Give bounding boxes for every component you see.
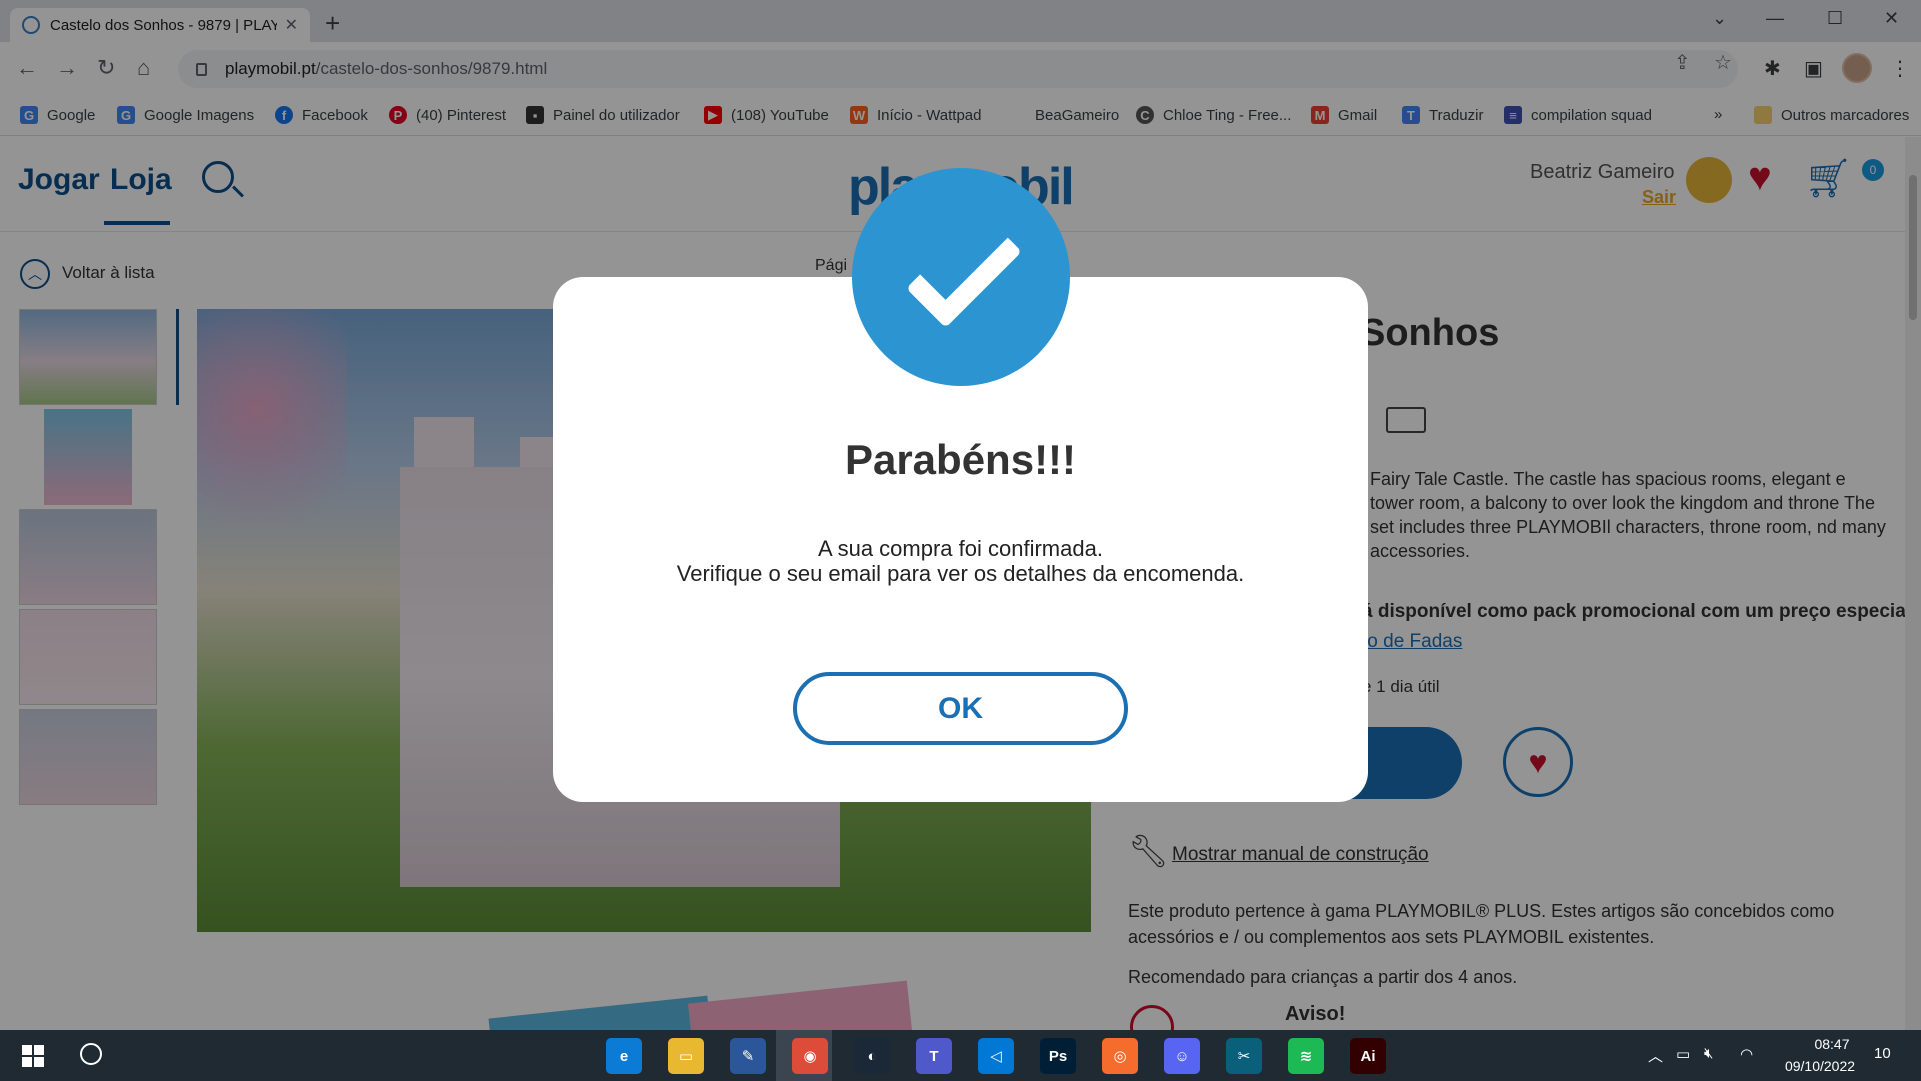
windows-start-icon[interactable] [22,1045,44,1067]
volume-muted-icon[interactable]: 🔇︎ [1704,1045,1713,1062]
steam-icon[interactable]: ◐ [854,1038,890,1074]
battery-icon[interactable]: ▭ [1676,1045,1690,1063]
clock-time[interactable]: 08:47 [1792,1036,1872,1052]
ok-button[interactable]: OK [793,672,1128,745]
spotify-icon[interactable]: ≋ [1288,1038,1324,1074]
show-hidden-icons-chevron-icon[interactable]: ︿ [1648,1045,1663,1066]
windows-taskbar [0,1030,1921,1081]
vscode-icon[interactable]: ◁ [978,1038,1014,1074]
origin-icon[interactable]: ◎ [1102,1038,1138,1074]
dialog-message-line: A sua compra foi confirmada. [818,536,1103,561]
dialog-title: Parabéns!!! [844,436,1077,483]
search-icon[interactable] [80,1043,102,1065]
snip-icon[interactable]: ✂ [1226,1038,1262,1074]
clock-date[interactable]: 09/10/2022 [1770,1058,1870,1074]
illustrator-icon[interactable]: Ai [1350,1038,1386,1074]
photoshop-icon[interactable]: Ps [1040,1038,1076,1074]
discord-icon[interactable]: ☺ [1164,1038,1200,1074]
wifi-icon[interactable]: ◠ [1740,1045,1753,1063]
chrome-icon[interactable]: ◉ [792,1038,828,1074]
teams-icon[interactable]: T [916,1038,952,1074]
dialog-message-line: Verifique o seu email para ver os detalh… [676,561,1245,586]
file-explorer-icon[interactable]: ▭ [668,1038,704,1074]
notifications-icon[interactable]: 10 [1874,1045,1891,1062]
edge-icon[interactable]: e [606,1038,642,1074]
document-icon[interactable]: ✎ [730,1038,766,1074]
